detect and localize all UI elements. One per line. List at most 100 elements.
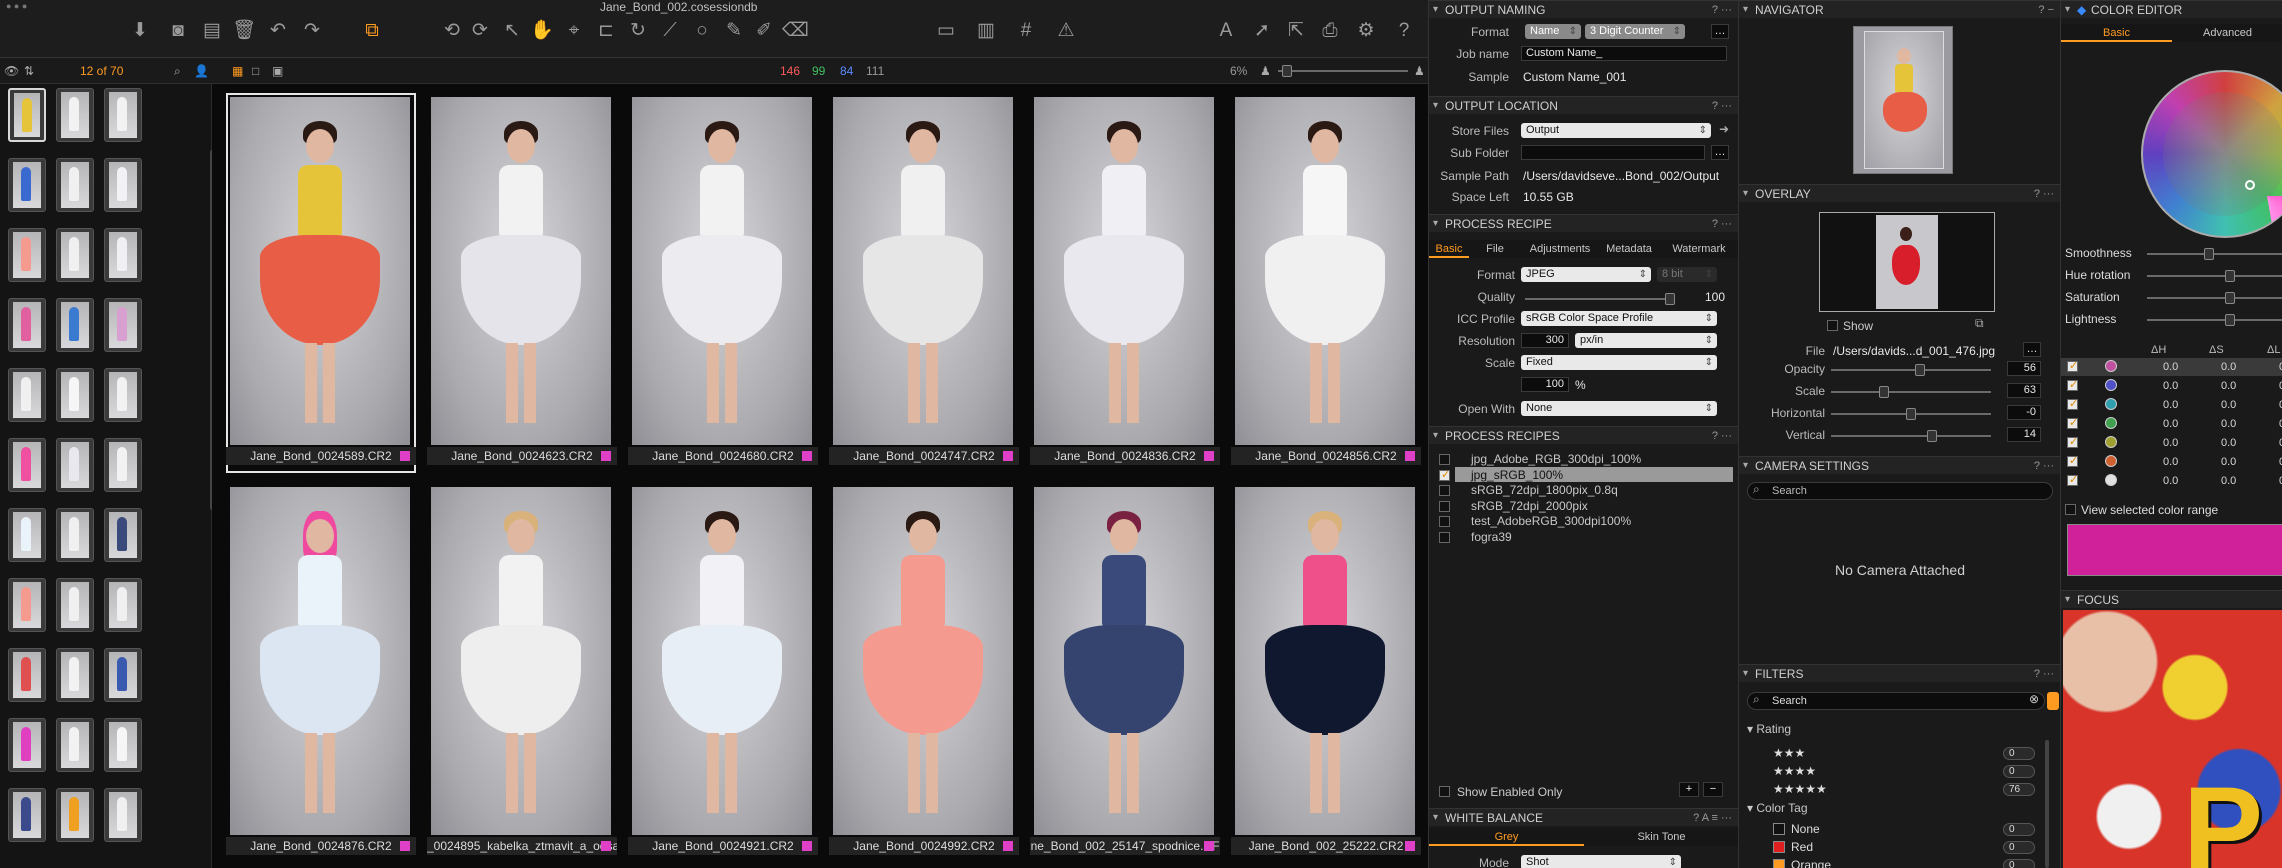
panel-menu-icon[interactable]: ? A ≡ ··· [1693,809,1732,827]
scale-percent-input[interactable]: 100 [1521,377,1569,392]
color-tag-filter-item[interactable]: None [1791,822,1820,836]
overlay-edit-icon[interactable]: ⧉ [1975,316,1984,331]
rotate-tool-icon[interactable]: ↻ [626,20,650,42]
color-editor-saturation-slider[interactable] [2147,292,2282,304]
tab-grey[interactable]: Grey [1429,828,1584,846]
color-tag-badge[interactable] [1405,841,1415,851]
color-editor-header[interactable]: ◆ COLOR EDITOR [2061,0,2282,19]
color-tag-badge[interactable] [1405,451,1415,461]
color-range-swatch[interactable] [2105,379,2117,391]
rating-filter-item[interactable]: ★★★ [1773,746,1805,760]
filmstrip-thumbnail[interactable] [56,298,94,352]
tab-skin-tone[interactable]: Skin Tone [1584,828,1739,846]
camera-search-input[interactable]: Search [1747,482,2053,500]
overlay-scale-slider[interactable] [1831,386,1991,398]
filmstrip-thumbnail[interactable] [8,648,46,702]
overlay-vertical-value[interactable]: 14 [2007,427,2041,442]
eye-icon[interactable]: 👁 [4,58,19,84]
recipe-item[interactable]: fogra39 [1471,530,1512,545]
tab-advanced[interactable]: Advanced [2172,24,2282,42]
filmstrip-thumbnail[interactable] [104,438,142,492]
store-files-select[interactable]: Output [1521,123,1711,138]
output-location-header[interactable]: OUTPUT LOCATION ? ··· [1429,96,1738,115]
image-thumbnail[interactable]: Jane_Bond_0024747.CR2 [829,93,1019,473]
color-editor-smoothness-slider[interactable] [2147,248,2282,260]
color-tag-badge[interactable] [400,451,410,461]
bit-depth-select[interactable]: 8 bit [1657,267,1717,282]
panel-menu-icon[interactable]: ? ··· [1712,1,1732,19]
quality-slider[interactable] [1525,293,1675,305]
undo-icon[interactable]: ↶ [266,20,290,42]
jobname-input[interactable]: Custom Name_ [1521,46,1727,61]
cursor-icon[interactable]: ➚ [1250,20,1274,42]
filmstrip-thumbnail[interactable] [104,298,142,352]
variants-icon[interactable]: ⧉ [360,20,384,42]
recipe-item[interactable]: jpg_sRGB_100% [1471,468,1563,483]
tab-recipe-metadata[interactable]: Metadata [1599,240,1659,258]
trash-icon[interactable]: 🗑 [232,20,256,42]
tab-basic[interactable]: Basic [2061,24,2172,42]
image-thumbnail[interactable]: Jane_Bond_0024836.CR2 [1030,93,1220,473]
overlay-show-checkbox[interactable] [1827,320,1838,331]
focus-header[interactable]: FOCUS [2061,590,2282,609]
filmstrip-thumbnail[interactable] [104,88,142,142]
filters-search-input[interactable]: Search [1747,692,2045,710]
sort-icon[interactable]: ⇅ [24,58,34,84]
recipe-checkbox[interactable] [1439,485,1450,497]
search-icon[interactable]: ⌕ [174,58,181,84]
keystone-tool-icon[interactable]: ⟋ [658,20,682,42]
warning-icon[interactable]: ⚠ [1054,20,1078,42]
reveal-arrow-icon[interactable]: ➜ [1719,122,1729,136]
rotate-left-icon[interactable]: ⟲ [440,20,464,42]
recipe-checkbox[interactable] [1439,532,1450,543]
format-more-button[interactable]: … [1711,24,1729,39]
remove-recipe-button[interactable]: − [1703,782,1723,797]
crop-tool-icon[interactable]: ⊏ [594,20,618,42]
color-range-checkbox[interactable] [2067,378,2078,391]
show-enabled-checkbox[interactable] [1439,786,1450,797]
filmstrip-thumbnail[interactable] [56,788,94,842]
view-single-icon[interactable]: □ [252,58,259,84]
filmstrip-thumbnail[interactable] [56,508,94,562]
filmstrip-thumbnail[interactable] [56,438,94,492]
format-counter-token[interactable]: 3 Digit Counter [1585,24,1685,39]
color-range-checkbox[interactable] [2067,397,2078,410]
recipe-checkbox[interactable] [1439,516,1450,528]
recipe-item[interactable]: jpg_Adobe_RGB_300dpi_100% [1471,452,1641,467]
filmstrip-thumbnail[interactable] [8,508,46,562]
slider-knob[interactable] [2225,270,2236,282]
color-tag-badge[interactable] [802,841,812,851]
filmstrip-thumbnail[interactable] [104,718,142,772]
filmstrip-thumbnail[interactable] [8,228,46,282]
filmstrip-thumbnail[interactable] [104,648,142,702]
tab-recipe-adjustments[interactable]: Adjustments [1521,240,1599,258]
filmstrip-thumbnail[interactable] [8,158,46,212]
panel-menu-icon[interactable]: ? ··· [2034,185,2054,203]
rating-group[interactable]: ▾ Rating [1747,722,1791,736]
process-recipes-header[interactable]: PROCESS RECIPES ? ··· [1429,426,1738,445]
color-range-checkbox[interactable] [2067,416,2078,429]
color-range-swatch[interactable] [2105,474,2117,486]
color-tag-filter-item[interactable]: Orange [1791,858,1831,868]
panel-menu-icon[interactable]: ? − [2038,1,2054,19]
overlay-preview[interactable] [1819,212,1995,312]
resolution-unit-select[interactable]: px/in [1575,333,1717,348]
recipe-checkbox[interactable] [1439,500,1450,512]
navigator-preview[interactable] [1853,26,1953,174]
tab-recipe-basic[interactable]: Basic [1429,240,1469,258]
image-thumbnail[interactable]: Jane_Bond_0024589.CR2 [226,93,416,473]
settings-icon[interactable]: ⚙ [1354,20,1378,42]
filmstrip-thumbnail[interactable] [56,718,94,772]
brush-icon[interactable]: ✐ [752,20,776,42]
overlay-vertical-slider[interactable] [1831,430,1991,442]
view-range-checkbox[interactable] [2065,504,2076,515]
sub-folder-input[interactable] [1521,145,1705,160]
filmstrip-thumbnail[interactable] [104,508,142,562]
rotate-right-icon[interactable]: ⟳ [468,20,492,42]
tab-recipe-file[interactable]: File [1469,240,1521,258]
image-thumbnail[interactable]: Jane_Bond_0024876.CR2 [226,483,416,863]
filmstrip-thumbnail[interactable] [56,578,94,632]
slider-knob[interactable] [2225,292,2236,304]
filmstrip-thumbnail[interactable] [8,438,46,492]
image-thumbnail[interactable]: Jane_Bond_0024921.CR2 [628,483,818,863]
